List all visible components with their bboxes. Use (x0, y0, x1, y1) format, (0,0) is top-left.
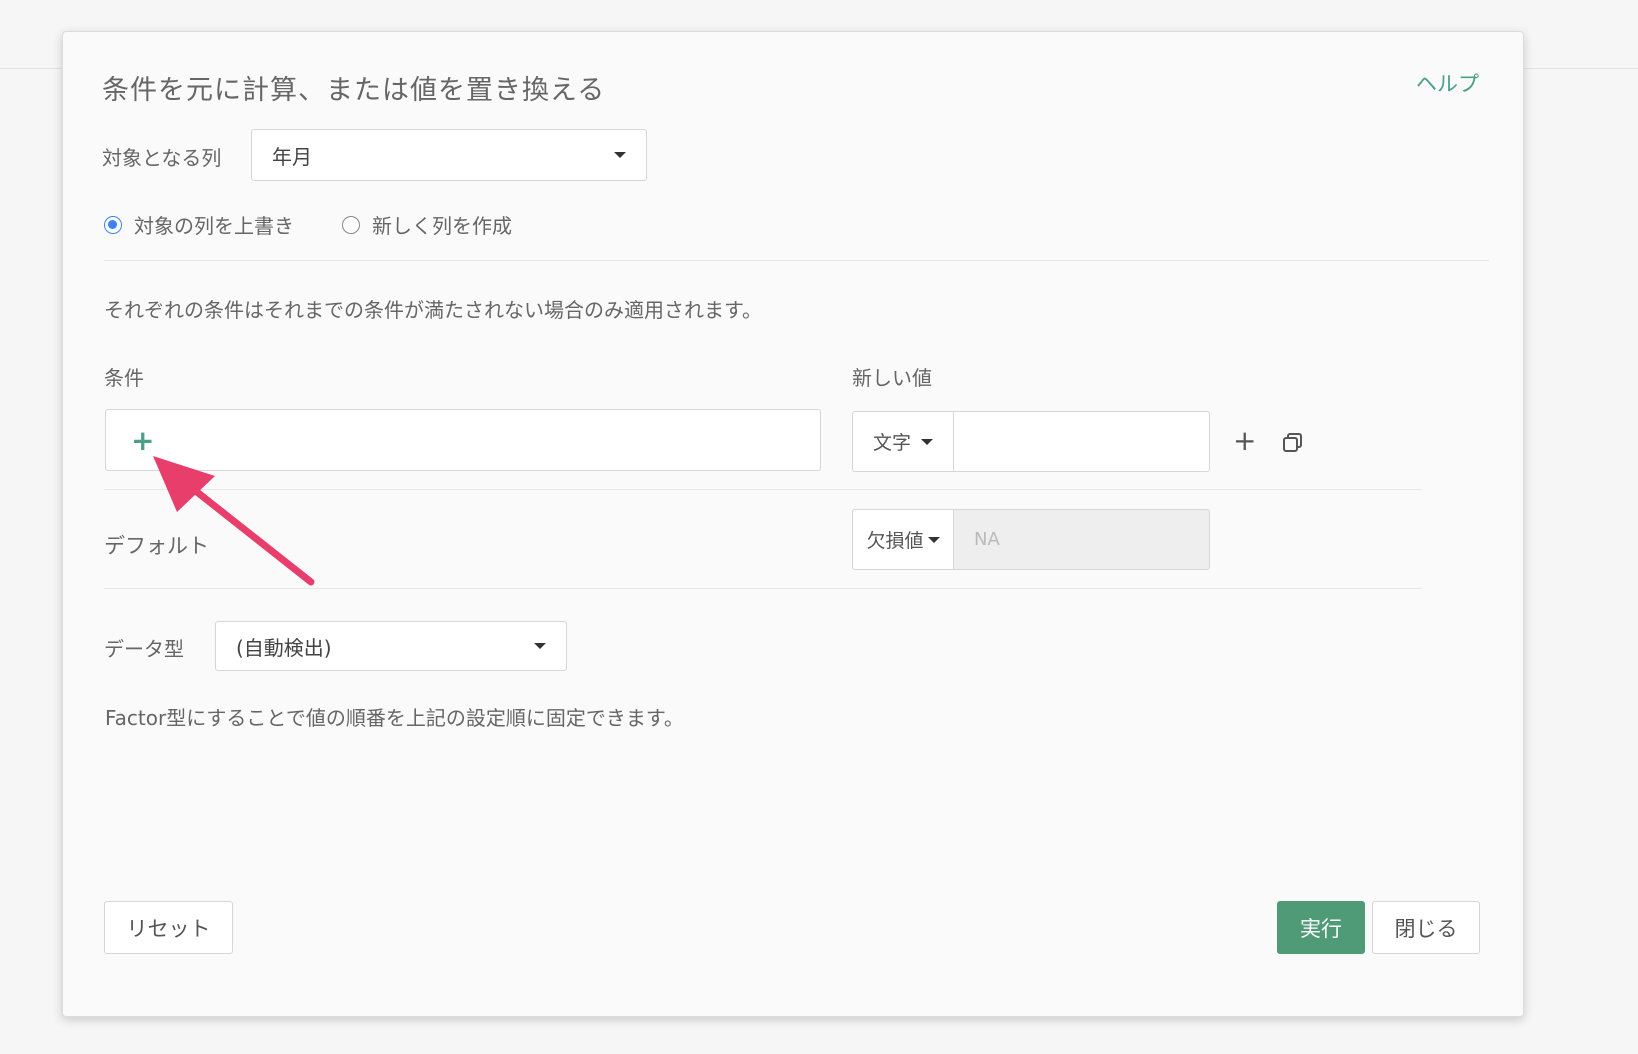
new-value-header: 新しい値 (852, 366, 932, 390)
chevron-down-icon (921, 438, 933, 445)
target-column-label: 対象となる列 (102, 146, 222, 170)
run-button[interactable]: 実行 (1277, 901, 1365, 954)
reset-button[interactable]: リセット (104, 901, 233, 954)
default-type-label: 欠損値 (866, 530, 924, 552)
value-type-label: 文字 (872, 432, 911, 454)
default-value-placeholder: NA (974, 529, 1000, 550)
chevron-down-icon (927, 536, 940, 543)
default-type-dropdown[interactable]: 欠損値 (852, 509, 953, 570)
dialog: 条件を元に計算、または値を置き換える ヘルプ 対象となる列 年月 対象の列を上書… (62, 31, 1524, 1017)
help-link[interactable]: ヘルプ (1416, 68, 1479, 98)
data-type-value: (自動検出) (236, 635, 332, 660)
new-value-input[interactable] (953, 411, 1210, 472)
close-button[interactable]: 閉じる (1372, 901, 1480, 954)
default-value-input: NA (953, 509, 1210, 570)
section-divider (104, 260, 1489, 261)
description-text: それぞれの条件はそれまでの条件が満たされない場合のみ適用されます。 (104, 298, 762, 322)
target-column-select[interactable]: 年月 (251, 129, 647, 181)
dialog-title: 条件を元に計算、または値を置き換える (102, 75, 606, 106)
radio-new-column[interactable]: 新しく列を作成 (342, 210, 512, 239)
radio-overwrite-label: 対象の列を上書き (134, 214, 294, 238)
annotation-arrow-icon (153, 456, 315, 586)
condition-header: 条件 (104, 366, 144, 390)
add-row-icon[interactable]: + (1233, 427, 1256, 455)
copy-icon[interactable] (1282, 432, 1304, 454)
data-type-select[interactable]: (自動検出) (215, 621, 567, 671)
radio-checked-icon[interactable] (104, 215, 122, 234)
target-column-value: 年月 (272, 144, 312, 169)
radio-overwrite[interactable]: 対象の列を上書き (104, 210, 294, 239)
radio-unchecked-icon[interactable] (342, 215, 360, 234)
data-type-label: データ型 (104, 637, 184, 661)
factor-note: Factor型にすることで値の順番を上記の設定順に固定できます。 (105, 706, 684, 730)
chevron-down-icon (614, 152, 626, 158)
chevron-down-icon (534, 643, 546, 649)
value-type-dropdown[interactable]: 文字 (852, 411, 953, 472)
radio-new-column-label: 新しく列を作成 (372, 214, 512, 238)
